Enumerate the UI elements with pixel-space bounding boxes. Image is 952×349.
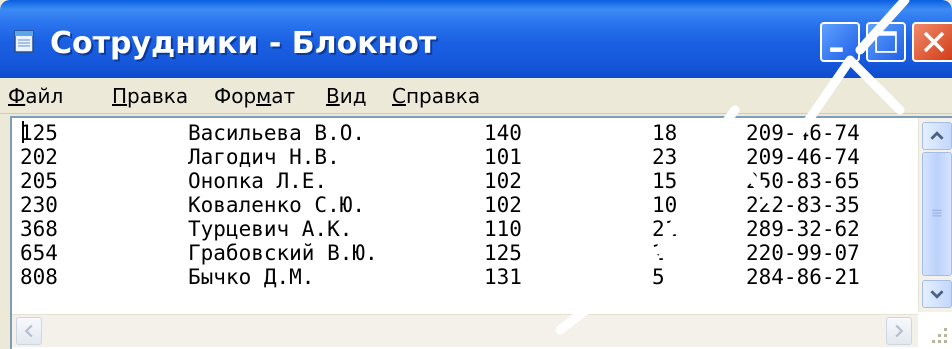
grip-lines-icon — [932, 209, 942, 217]
employee-id: 202 — [20, 145, 58, 169]
room-number: 15 — [652, 169, 678, 193]
menu-edit-label: равка — [127, 84, 189, 108]
close-button[interactable] — [912, 22, 952, 62]
menu-format-label-end: ат — [271, 84, 296, 108]
vertical-scroll-thumb[interactable] — [922, 152, 952, 276]
phone-number: 209-46-74 — [746, 145, 860, 169]
employee-id: 125 — [20, 121, 58, 145]
notepad-icon[interactable] — [12, 28, 36, 54]
vertical-scrollbar[interactable] — [918, 118, 952, 312]
text-area[interactable]: 125 Васильева В.О. 140 18 209-46-74 202 … — [12, 118, 916, 312]
chevron-left-icon — [24, 324, 33, 338]
menu-help-label: правка — [405, 84, 481, 108]
employee-name: Лагодич Н.В. — [188, 145, 340, 169]
room-number: 2 — [652, 241, 665, 265]
menu-edit[interactable]: Правка — [112, 84, 188, 108]
scroll-down-button[interactable] — [922, 280, 952, 308]
menu-help-accelerator: С — [392, 84, 406, 108]
resize-grip-icon[interactable] — [920, 316, 952, 346]
phone-number: 222-83-35 — [746, 193, 860, 217]
scroll-left-button[interactable] — [16, 317, 42, 345]
employee-id: 654 — [20, 241, 58, 265]
department-number: 140 — [484, 121, 522, 145]
menu-view-accelerator: В — [326, 84, 340, 108]
text-editor[interactable]: 125 Васильева В.О. 140 18 209-46-74 202 … — [10, 116, 952, 349]
menu-help[interactable]: Справка — [392, 84, 480, 108]
chevron-right-icon — [895, 324, 904, 338]
room-number: 5 — [652, 265, 665, 289]
department-number: 125 — [484, 241, 522, 265]
room-number: 21 — [652, 217, 678, 241]
employee-id: 808 — [20, 265, 58, 289]
employee-id: 368 — [20, 217, 58, 241]
employee-name: Васильева В.О. — [188, 121, 366, 145]
department-number: 102 — [484, 169, 522, 193]
employee-name: Турцевич А.К. — [188, 217, 353, 241]
room-number: 23 — [652, 145, 678, 169]
title-bar[interactable]: Сотрудники - Блокнот — [0, 0, 952, 78]
minimize-button[interactable] — [820, 22, 860, 62]
minimize-icon — [830, 47, 843, 52]
menu-format[interactable]: Формат — [214, 84, 295, 108]
department-number: 101 — [484, 145, 522, 169]
scroll-right-button[interactable] — [886, 317, 912, 345]
menu-view[interactable]: Вид — [326, 84, 367, 108]
menu-file-accelerator: Ф — [8, 84, 26, 108]
employee-name: Грабовский В.Ю. — [188, 241, 378, 265]
menu-file-label: айл — [25, 84, 64, 108]
menu-edit-accelerator: П — [112, 84, 128, 108]
menu-bar: Файл Правка Формат Вид Справка — [0, 78, 952, 114]
notepad-window: Сотрудники - Блокнот Файл Правка Формат … — [0, 0, 952, 349]
room-number: 10 — [652, 193, 678, 217]
employee-name: Коваленко С.Ю. — [188, 193, 366, 217]
department-number: 102 — [484, 193, 522, 217]
employee-name: Бычко Д.М. — [188, 265, 315, 289]
scroll-up-button[interactable] — [922, 122, 952, 150]
close-icon — [923, 31, 945, 53]
room-number: 18 — [652, 121, 678, 145]
phone-number: 250-83-65 — [746, 169, 860, 193]
horizontal-scrollbar[interactable] — [12, 314, 918, 347]
menu-format-label-start: Фор — [214, 84, 257, 108]
department-number: 110 — [484, 217, 522, 241]
menu-format-accelerator: м — [256, 84, 272, 108]
phone-number: 284-86-21 — [746, 265, 860, 289]
phone-number: 289-32-62 — [746, 217, 860, 241]
phone-number: 220-99-07 — [746, 241, 860, 265]
department-number: 131 — [484, 265, 522, 289]
maximize-button[interactable] — [866, 22, 906, 62]
menu-file[interactable]: Файл — [8, 84, 63, 108]
phone-number: 209-46-74 — [746, 121, 860, 145]
employee-id: 230 — [20, 193, 58, 217]
window-title: Сотрудники - Блокнот — [50, 26, 437, 61]
maximize-icon — [875, 31, 897, 53]
employee-name: Онопка Л.Е. — [188, 169, 328, 193]
employee-id: 205 — [20, 169, 58, 193]
menu-view-label: ид — [339, 84, 367, 108]
chevron-down-icon — [930, 290, 944, 299]
chevron-up-icon — [930, 131, 944, 140]
